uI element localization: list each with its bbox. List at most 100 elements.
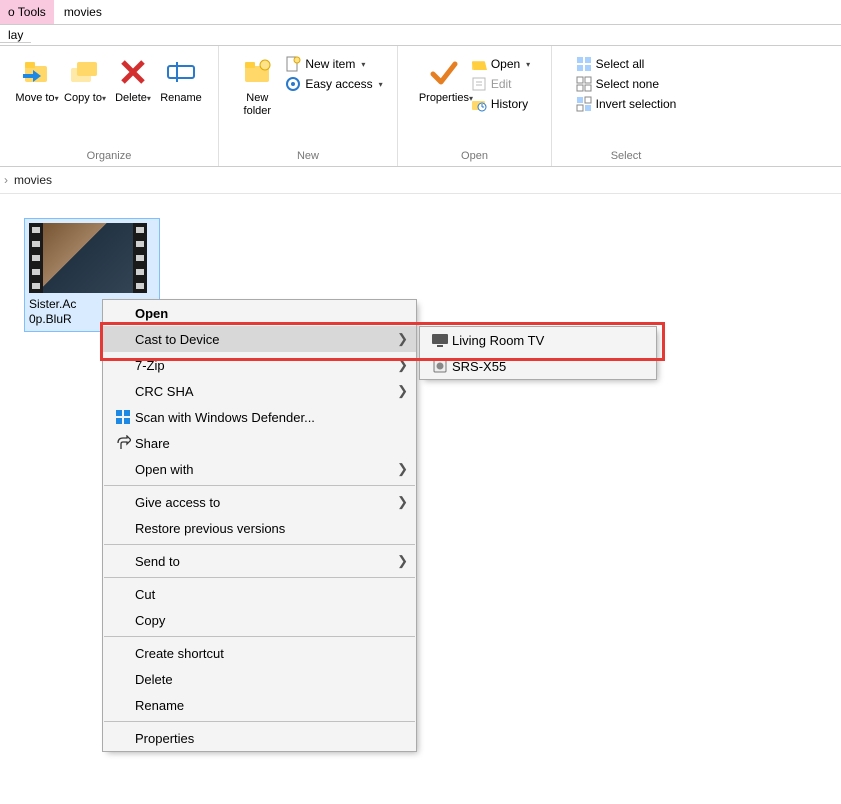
ribbon-group-new: New folder New item▾ Easy access▾ New — [219, 46, 398, 166]
defender-icon — [111, 409, 135, 425]
open-label: Open — [491, 57, 520, 71]
ribbon-group-organize: Move to▾ Copy to▾ Delete▾ Rename — [0, 46, 219, 166]
properties-label: Properties — [419, 92, 469, 104]
film-sprockets-right — [133, 223, 147, 293]
menu-create-shortcut[interactable]: Create shortcut — [103, 640, 416, 666]
menu-send-to-label: Send to — [135, 554, 398, 569]
submenu-arrow-icon: ❯ — [397, 357, 408, 373]
submenu-arrow-icon: ❯ — [397, 383, 408, 399]
speaker-icon — [428, 358, 452, 374]
menu-separator — [104, 577, 415, 578]
properties-icon — [427, 56, 459, 88]
submenu-arrow-icon: ❯ — [397, 553, 408, 569]
menu-separator — [104, 636, 415, 637]
easy-access-icon — [285, 76, 301, 92]
easy-access-label: Easy access — [305, 77, 372, 91]
ribbon: Move to▾ Copy to▾ Delete▾ Rename — [0, 46, 841, 167]
rename-label: Rename — [160, 92, 202, 104]
menu-give-access[interactable]: Give access to❯ — [103, 489, 416, 515]
menu-rename[interactable]: Rename — [103, 692, 416, 718]
select-group-label: Select — [611, 148, 642, 166]
new-folder-button[interactable]: New folder — [233, 54, 281, 118]
menu-restore-versions[interactable]: Restore previous versions — [103, 515, 416, 541]
titlebar: o Tools movies — [0, 0, 841, 25]
menu-send-to[interactable]: Send to❯ — [103, 548, 416, 574]
breadcrumb-current: movies — [14, 173, 52, 187]
select-all-label: Select all — [596, 57, 645, 71]
submenu-device-living-room[interactable]: Living Room TV — [420, 327, 656, 353]
organize-group-label: Organize — [87, 148, 132, 166]
edit-label: Edit — [491, 77, 512, 91]
copy-to-icon — [69, 56, 101, 88]
invert-selection-label: Invert selection — [596, 97, 677, 111]
open-icon — [471, 56, 487, 72]
window-title: movies — [54, 0, 112, 24]
menu-crc-label: CRC SHA — [135, 384, 398, 399]
context-menu: Open Cast to Device❯ 7-Zip❯ CRC SHA❯ Sca… — [102, 299, 417, 752]
menu-give-access-label: Give access to — [135, 495, 398, 510]
move-to-label: Move to — [15, 92, 54, 104]
cast-submenu: Living Room TV SRS-X55 — [419, 326, 657, 380]
play-tab-label: lay — [8, 28, 23, 42]
menu-open-with[interactable]: Open with❯ — [103, 456, 416, 482]
delete-label: Delete — [115, 92, 147, 104]
breadcrumb[interactable]: › movies — [0, 167, 841, 194]
menu-defender[interactable]: Scan with Windows Defender... — [103, 404, 416, 430]
rename-icon — [165, 56, 197, 88]
menu-open[interactable]: Open — [103, 300, 416, 326]
video-tools-label: o Tools — [8, 5, 46, 19]
play-tab[interactable]: lay — [0, 28, 31, 43]
history-button[interactable]: History — [471, 96, 530, 112]
tv-icon — [428, 333, 452, 347]
delete-icon — [117, 56, 149, 88]
video-thumbnail — [29, 223, 147, 293]
delete-button[interactable]: Delete▾ — [109, 54, 157, 105]
device1-label: Living Room TV — [452, 333, 544, 348]
open-button[interactable]: Open▾ — [471, 56, 530, 72]
video-still — [43, 223, 133, 293]
menu-cut-label: Cut — [135, 587, 398, 602]
select-all-button[interactable]: Select all — [576, 56, 677, 72]
menu-crc-sha[interactable]: CRC SHA❯ — [103, 378, 416, 404]
ribbon-group-open: Properties▾ Open▾ Edit History Open — [398, 46, 552, 166]
copy-to-button[interactable]: Copy to▾ — [61, 54, 109, 105]
new-folder-icon — [241, 56, 273, 88]
menu-share-label: Share — [135, 436, 398, 451]
submenu-arrow-icon: ❯ — [397, 494, 408, 510]
ribbon-group-select: Select all Select none Invert selection … — [552, 46, 700, 166]
menu-restore-label: Restore previous versions — [135, 521, 398, 536]
invert-selection-button[interactable]: Invert selection — [576, 96, 677, 112]
film-sprockets-left — [29, 223, 43, 293]
select-none-icon — [576, 76, 592, 92]
easy-access-button[interactable]: Easy access▾ — [285, 76, 382, 92]
menu-delete[interactable]: Delete — [103, 666, 416, 692]
menu-cut[interactable]: Cut — [103, 581, 416, 607]
move-to-icon — [21, 56, 53, 88]
select-none-button[interactable]: Select none — [576, 76, 677, 92]
submenu-arrow-icon: ❯ — [397, 461, 408, 477]
video-tools-tab[interactable]: o Tools — [0, 0, 54, 24]
select-all-icon — [576, 56, 592, 72]
menu-cast-label: Cast to Device — [135, 332, 398, 347]
move-to-button[interactable]: Move to▾ — [13, 54, 61, 105]
menu-7zip[interactable]: 7-Zip❯ — [103, 352, 416, 378]
select-none-label: Select none — [596, 77, 659, 91]
menu-cast-to-device[interactable]: Cast to Device❯ — [103, 326, 416, 352]
chevron-right-icon: › — [4, 173, 8, 187]
share-icon — [111, 435, 135, 451]
menu-rename-label: Rename — [135, 698, 398, 713]
submenu-device-srs[interactable]: SRS-X55 — [420, 353, 656, 379]
new-item-button[interactable]: New item▾ — [285, 56, 382, 72]
open-group-label: Open — [461, 148, 488, 166]
menu-copy[interactable]: Copy — [103, 607, 416, 633]
device2-label: SRS-X55 — [452, 359, 506, 374]
history-icon — [471, 96, 487, 112]
rename-button[interactable]: Rename — [157, 54, 205, 105]
menu-properties[interactable]: Properties — [103, 725, 416, 751]
new-group-label: New — [297, 148, 319, 166]
new-folder-label: New folder — [244, 92, 272, 117]
properties-button[interactable]: Properties▾ — [419, 54, 467, 105]
menu-share[interactable]: Share — [103, 430, 416, 456]
edit-icon — [471, 76, 487, 92]
edit-button[interactable]: Edit — [471, 76, 530, 92]
